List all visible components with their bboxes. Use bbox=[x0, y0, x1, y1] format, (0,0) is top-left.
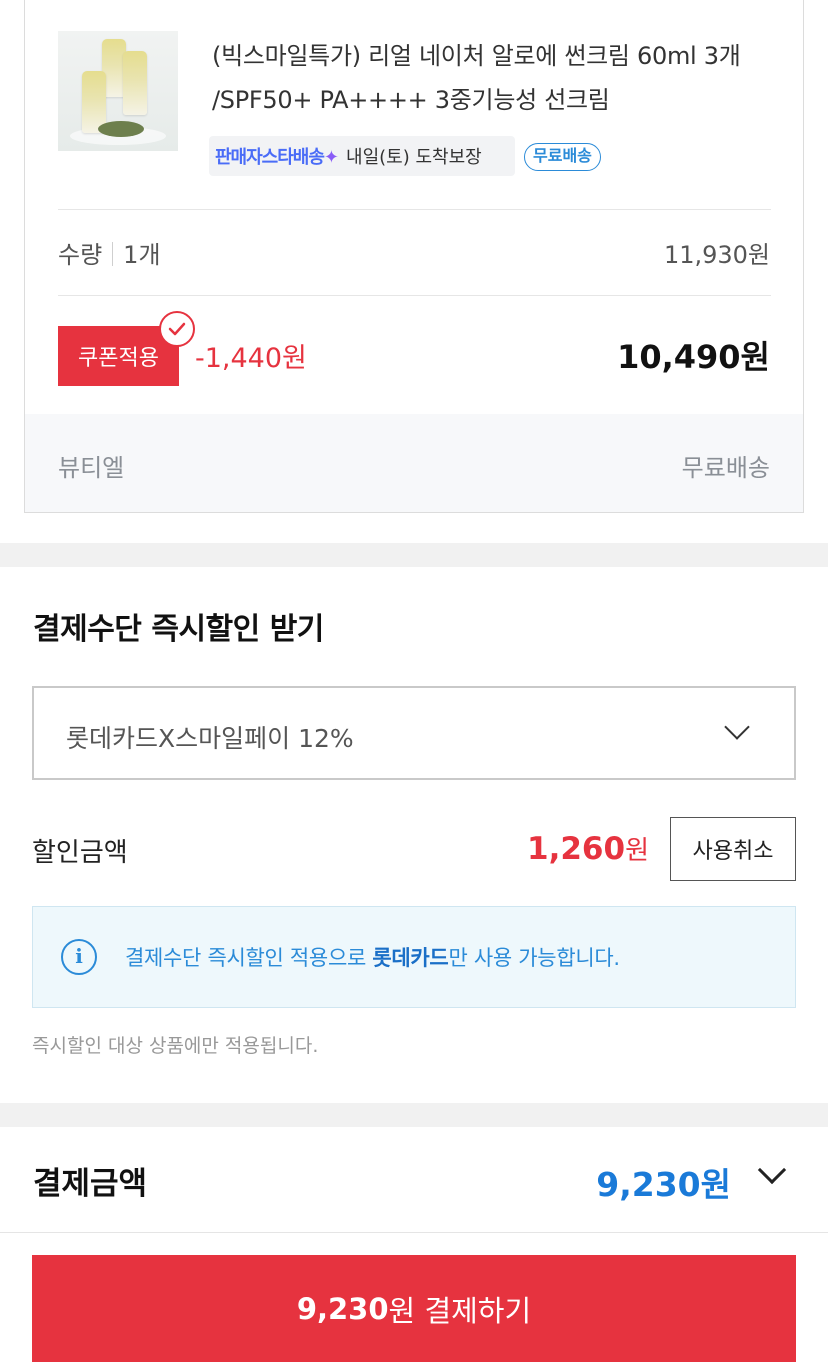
discount-amount-value: 1,260원 bbox=[527, 831, 649, 867]
divider bbox=[58, 295, 771, 296]
discount-info-text: 결제수단 즉시할인 적용으로 롯데카드만 사용 가능합니다. bbox=[125, 946, 620, 970]
product-thumbnail[interactable] bbox=[58, 31, 178, 151]
chevron-down-icon bbox=[724, 714, 750, 740]
coupon-discount-amount: -1,440원 bbox=[195, 343, 307, 374]
discount-amount-label: 할인금액 bbox=[32, 838, 128, 868]
check-circle-icon bbox=[159, 311, 195, 347]
quantity-label: 수량 bbox=[58, 241, 103, 269]
star-delivery-logo: 판매자스타배송✦ bbox=[215, 147, 339, 168]
section-gap bbox=[0, 543, 828, 567]
pay-button[interactable]: 9,230 원 결제하기 bbox=[32, 1255, 796, 1362]
divider bbox=[58, 209, 771, 210]
item-final-price: 10,490원 bbox=[617, 338, 770, 376]
quantity-row: 수량 1개 bbox=[58, 235, 161, 270]
card-discount-select[interactable]: 롯데카드X스마일페이 12% bbox=[32, 686, 796, 780]
section-gap bbox=[0, 1103, 828, 1127]
delivery-guarantee-chip: 판매자스타배송✦ 내일(토) 도착보장 bbox=[209, 136, 515, 176]
selected-card-option: 롯데카드X스마일페이 12% bbox=[66, 724, 354, 753]
payment-discount-title: 결제수단 즉시할인 받기 bbox=[33, 612, 324, 647]
total-amount[interactable]: 9,230원 bbox=[596, 1158, 731, 1206]
total-label: 결제금액 bbox=[33, 1166, 148, 1202]
cancel-discount-button[interactable]: 사용취소 bbox=[670, 817, 796, 881]
discount-info-box: i 결제수단 즉시할인 적용으로 롯데카드만 사용 가능합니다. bbox=[32, 906, 796, 1008]
thumbnail-tube bbox=[123, 51, 147, 115]
chevron-down-icon[interactable] bbox=[757, 1155, 787, 1185]
seller-shipping-row: 뷰티엘 무료배송 bbox=[25, 414, 803, 512]
free-shipping-badge: 무료배송 bbox=[524, 143, 601, 171]
order-item-card: (빅스마일특가) 리얼 네이처 알로에 썬크림 60ml 3개 /SPF50+ … bbox=[24, 0, 804, 513]
delivery-date-text: 내일(토) 도착보장 bbox=[346, 147, 482, 168]
shipping-fee: 무료배송 bbox=[681, 454, 770, 482]
thumbnail-leaf bbox=[98, 121, 144, 137]
discount-fine-print: 즉시할인 대상 상품에만 적용됩니다. bbox=[32, 1035, 319, 1057]
info-icon: i bbox=[61, 939, 97, 975]
quantity-separator bbox=[112, 242, 114, 266]
product-name[interactable]: (빅스마일특가) 리얼 네이처 알로에 썬크림 60ml 3개 /SPF50+ … bbox=[212, 34, 772, 122]
seller-name[interactable]: 뷰티엘 bbox=[58, 448, 124, 483]
unit-price: 11,930원 bbox=[663, 241, 770, 269]
checkout-page: (빅스마일특가) 리얼 네이처 알로에 썬크림 60ml 3개 /SPF50+ … bbox=[0, 0, 828, 1362]
quantity-value: 1개 bbox=[123, 241, 161, 269]
